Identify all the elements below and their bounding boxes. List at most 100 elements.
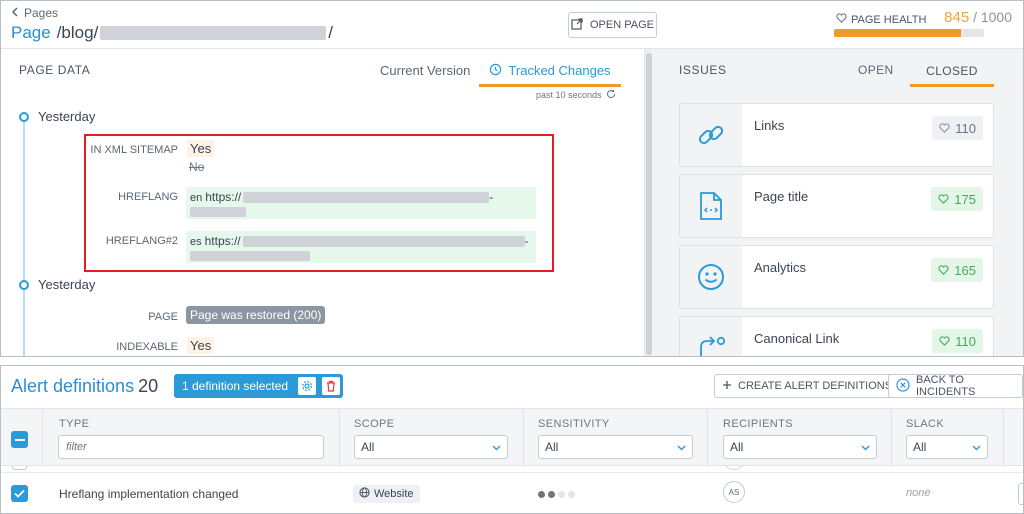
- trash-icon: [327, 380, 336, 392]
- checkmark-icon: [14, 489, 25, 498]
- external-link-icon: [571, 17, 583, 33]
- issue-name: Page title: [754, 189, 809, 204]
- page-data-title: PAGE DATA: [19, 63, 91, 77]
- indexable-value: Yes: [187, 337, 215, 354]
- issue-card-canonical-link[interactable]: Canonical Link 110: [679, 316, 994, 356]
- issue-count-badge: 110: [932, 329, 983, 353]
- selection-label: 1 definition selected: [182, 379, 289, 393]
- xml-sitemap-old-value: No: [189, 160, 205, 174]
- select-all-checkbox[interactable]: [11, 431, 28, 448]
- field-label-hreflang: HREFLANG: [118, 191, 178, 203]
- column-header-slack[interactable]: SLACK: [906, 418, 944, 430]
- scope-select[interactable]: All: [354, 435, 508, 459]
- create-alert-definitions-button[interactable]: CREATE ALERT DEFINITIONS: [714, 374, 901, 398]
- page-title-prefix: Page: [11, 23, 51, 42]
- timeline-dot: [19, 280, 29, 290]
- settings-gear-button[interactable]: [298, 377, 317, 395]
- issue-count: 165: [954, 262, 976, 278]
- history-icon: [489, 63, 502, 79]
- health-progress-bar: [834, 29, 984, 37]
- heart-icon: [939, 334, 950, 349]
- redacted-url: [190, 207, 246, 217]
- table-row[interactable]: Hreflang implementation changed Website …: [1, 472, 1023, 513]
- page-status-badge: Page was restored (200): [186, 306, 326, 324]
- issue-count-badge: 175: [931, 187, 983, 211]
- selection-badge: 1 definition selected: [174, 374, 344, 398]
- issues-pane: ISSUES OPEN CLOSED Links 110 Page title …: [652, 49, 1023, 356]
- issue-count: 110: [955, 120, 976, 136]
- column-divider: [707, 409, 708, 467]
- xml-sitemap-new-value: Yes: [187, 140, 215, 157]
- column-header-sensitivity[interactable]: SENSITIVITY: [538, 418, 610, 430]
- create-alert-label: CREATE ALERT DEFINITIONS: [738, 380, 893, 392]
- table-header: TYPE SCOPE All SENSITIVITY All RECIPIENT…: [1, 408, 1023, 467]
- tab-tracked-changes[interactable]: Tracked Changes: [479, 57, 621, 87]
- plus-icon: [722, 380, 732, 393]
- column-header-recipients[interactable]: RECIPIENTS: [723, 418, 793, 430]
- open-page-button[interactable]: OPEN PAGE: [568, 12, 657, 38]
- health-score-max: / 1000: [973, 9, 1012, 25]
- heart-icon: [938, 263, 949, 278]
- tab-open-issues[interactable]: OPEN: [858, 63, 894, 77]
- tab-tracked-label: Tracked Changes: [508, 63, 611, 78]
- canonical-arrow-icon: [680, 317, 742, 356]
- smiley-icon: [680, 246, 742, 308]
- back-to-incidents-button[interactable]: BACK TO INCIDENTS: [888, 374, 1023, 398]
- heart-icon: [938, 192, 949, 207]
- tab-current-version[interactable]: Current Version: [380, 63, 470, 78]
- recipients-select[interactable]: All: [723, 435, 877, 459]
- type-filter-input[interactable]: [58, 435, 324, 459]
- recipients-select-value: All: [730, 440, 744, 454]
- issue-name: Links: [754, 118, 785, 133]
- health-progress-fill: [834, 29, 961, 37]
- chevron-left-icon: [11, 6, 18, 20]
- page-health-label-group: PAGE HEALTH: [836, 13, 926, 26]
- gear-icon: [302, 381, 312, 391]
- field-label-hreflang-2: HREFLANG#2: [105, 235, 178, 247]
- hreflang-2-url: https://: [204, 234, 241, 248]
- row-scope-label: Website: [374, 488, 414, 500]
- heart-icon: [939, 121, 950, 136]
- health-score: 845 / 1000: [944, 9, 1012, 26]
- slack-select[interactable]: All: [906, 435, 988, 459]
- tab-closed-issues[interactable]: CLOSED: [910, 57, 994, 87]
- scope-select-value: All: [361, 440, 375, 454]
- alert-definitions-title-text: Alert definitions: [11, 376, 135, 396]
- page-title: Page /blog/ /: [11, 23, 333, 43]
- column-header-type[interactable]: TYPE: [59, 418, 89, 430]
- sensitivity-dot: [538, 491, 545, 498]
- delete-button[interactable]: [322, 377, 341, 395]
- issue-count: 175: [954, 191, 976, 207]
- globe-icon: [359, 487, 370, 501]
- avatar[interactable]: AS: [723, 481, 745, 503]
- row-action-button[interactable]: [1018, 483, 1023, 505]
- issue-card-page-title[interactable]: Page title 175: [679, 174, 994, 238]
- issue-name: Canonical Link: [754, 331, 840, 346]
- hreflang-lang: en: [190, 192, 203, 204]
- alert-definitions-count: 20: [138, 376, 159, 396]
- sensitivity-dot: [548, 491, 555, 498]
- row-scope-tag: Website: [353, 485, 420, 503]
- row-checkbox[interactable]: [12, 466, 27, 470]
- issue-card-analytics[interactable]: Analytics 165: [679, 245, 994, 309]
- refresh-icon[interactable]: [606, 89, 616, 101]
- back-to-pages-link[interactable]: Pages: [11, 6, 58, 20]
- row-avatar-fragment: [724, 466, 744, 470]
- redacted-url: [190, 251, 310, 261]
- issue-card-links[interactable]: Links 110: [679, 103, 994, 167]
- sensitivity-select-value: All: [545, 440, 559, 454]
- row-checkbox[interactable]: [11, 485, 28, 502]
- alert-definitions-panel: Alert definitions 20 1 definition selecte…: [0, 365, 1024, 514]
- slack-select-value: All: [913, 440, 927, 454]
- field-label-xml-sitemap: IN XML SITEMAP: [90, 144, 178, 156]
- chevron-down-icon: [972, 440, 981, 454]
- html-file-icon: [680, 175, 742, 237]
- sensitivity-select[interactable]: All: [538, 435, 693, 459]
- sensitivity-indicator: [538, 491, 575, 498]
- hreflang-url: https://: [205, 190, 242, 204]
- chevron-down-icon: [861, 440, 870, 454]
- timeline-date: Yesterday: [38, 277, 96, 292]
- column-header-scope[interactable]: SCOPE: [354, 418, 395, 430]
- page-detail-panel: Pages Page /blog/ / OPEN PAGE PAGE HEALT…: [0, 0, 1024, 357]
- left-pane-scrollbar[interactable]: [644, 49, 652, 356]
